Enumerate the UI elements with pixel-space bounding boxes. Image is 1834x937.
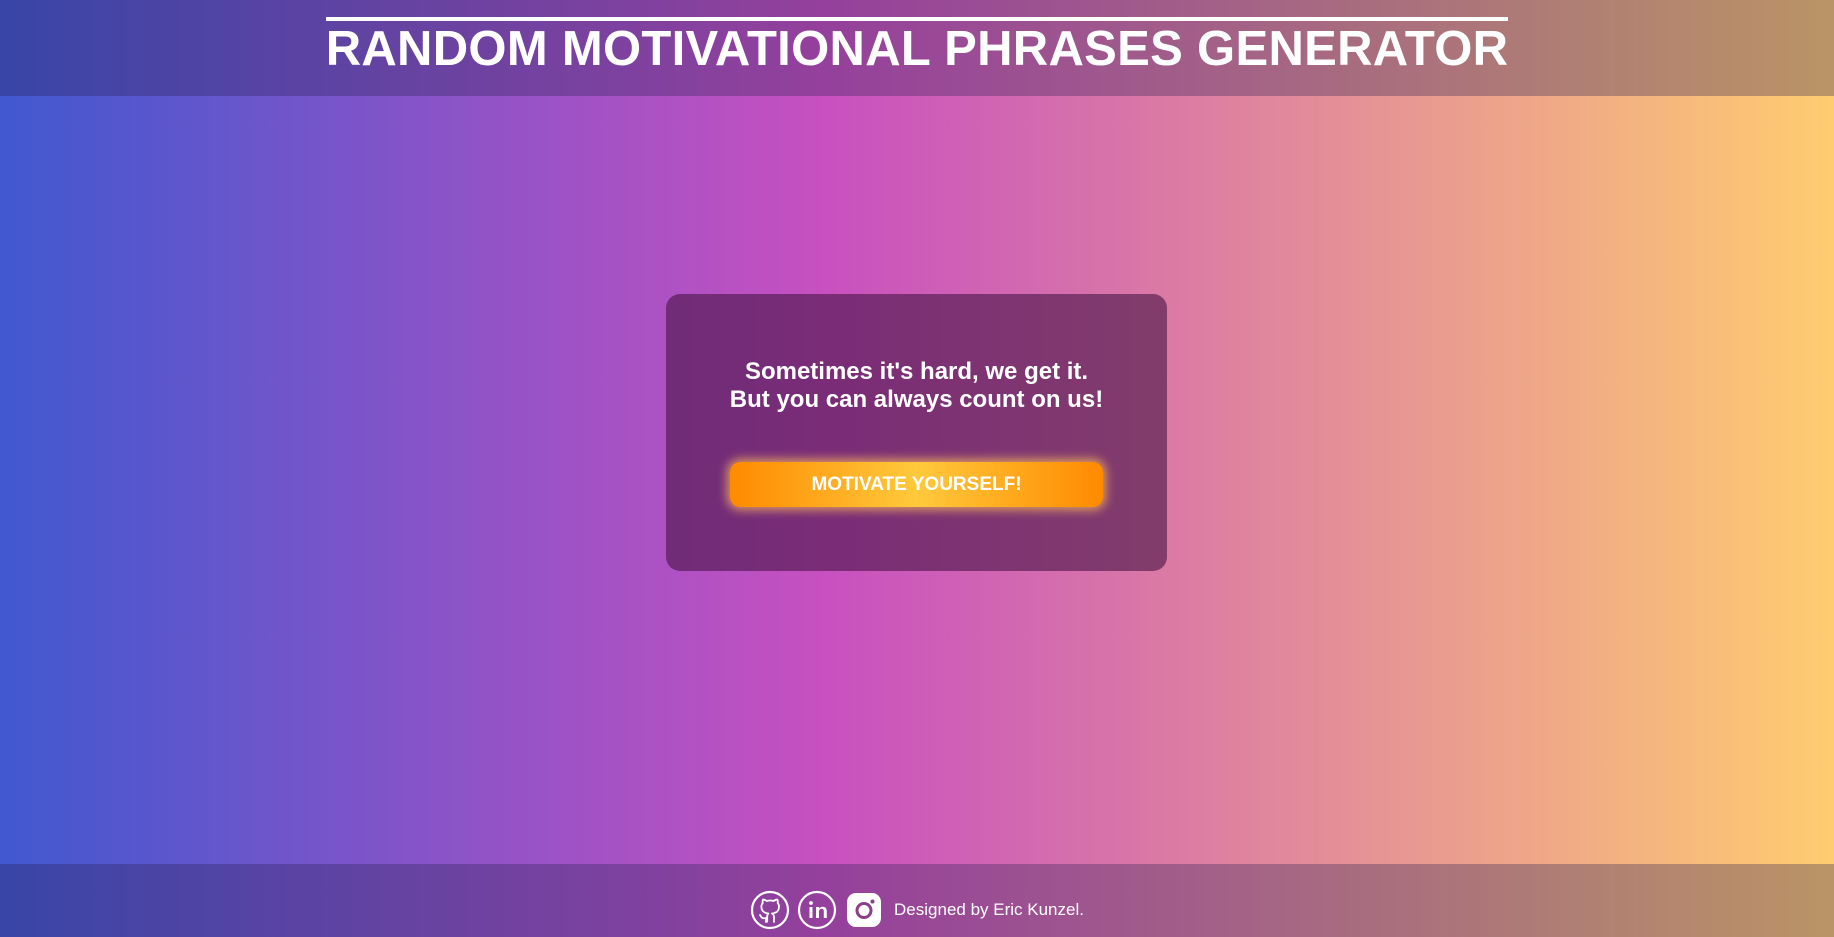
github-icon — [750, 890, 790, 930]
phrase-card: Sometimes it's hard, we get it. But you … — [666, 294, 1167, 571]
page-title: RANDOM MOTIVATIONAL PHRASES GENERATOR — [325, 22, 1509, 76]
github-link[interactable] — [750, 890, 790, 930]
phrase-line-1: Sometimes it's hard, we get it. — [744, 358, 1089, 385]
motivate-yourself-button[interactable]: MOTIVATE YOURSELF! — [730, 462, 1103, 507]
footer-content: Designed by Eric Kunzel. — [750, 890, 1084, 930]
page-header: RANDOM MOTIVATIONAL PHRASES GENERATOR — [0, 0, 1834, 96]
instagram-icon — [847, 893, 882, 927]
linkedin-icon — [797, 890, 837, 930]
phrase-line-2: But you can always count on us! — [729, 386, 1104, 413]
instagram-link[interactable] — [844, 890, 884, 930]
title-wrap: RANDOM MOTIVATIONAL PHRASES GENERATOR — [325, 17, 1509, 96]
motivational-phrase: Sometimes it's hard, we get it. But you … — [666, 358, 1167, 414]
designer-credit: Designed by Eric Kunzel. — [894, 900, 1084, 919]
page-footer: Designed by Eric Kunzel. — [0, 864, 1834, 937]
linkedin-link[interactable] — [797, 890, 837, 930]
